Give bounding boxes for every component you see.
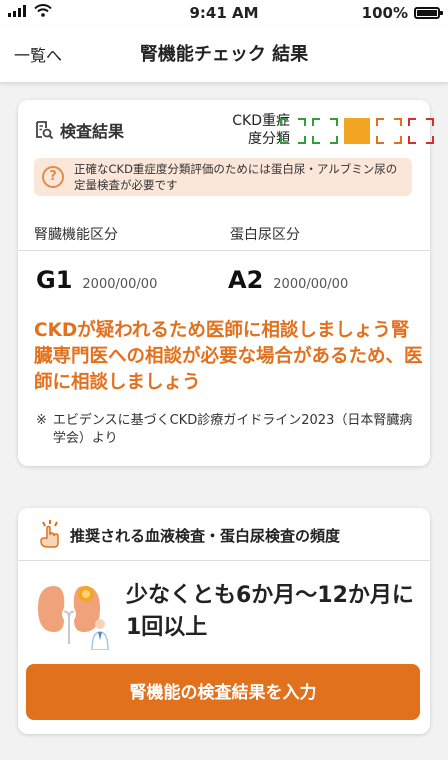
severity-bracket-corner <box>408 118 416 126</box>
ckd-severity-scale <box>280 118 434 144</box>
frequency-body: 少なくとも6か月〜12か月に1回以上 <box>34 574 414 658</box>
proteinuria-label: 蛋白尿区分 <box>230 227 300 243</box>
severity-bracket-corner <box>376 118 384 126</box>
battery-status: 100% <box>361 4 443 22</box>
severity-bracket-corner <box>394 136 402 144</box>
reference-text: エビデンスに基づくCKD診療ガイドライン2023（日本腎臓病学会）より <box>52 413 413 446</box>
protein-grade: A2 <box>228 266 264 294</box>
frequency-title: 推奨される血液検査・蛋白尿検査の頻度 <box>70 527 341 545</box>
test-result-icon <box>36 121 54 140</box>
ckd-severity-level-3 <box>344 118 370 144</box>
kidney-grade: G1 <box>36 266 73 294</box>
reference-note: ※ エビデンスに基づくCKD診療ガイドライン2023（日本腎臓病学会）より <box>36 412 416 448</box>
protein-grade-date: 2000/00/00 <box>273 277 349 292</box>
frequency-header: 推奨される血液検査・蛋白尿検査の頻度 <box>18 508 430 561</box>
ckd-label-line2: 度分類 <box>248 131 290 147</box>
frequency-text: 少なくとも6か月〜12か月に1回以上 <box>126 583 414 640</box>
reference-mark: ※ <box>36 413 47 428</box>
severity-bracket-corner <box>426 118 434 126</box>
frequency-card: 推奨される血液検査・蛋白尿検査の頻度 少なくとも6か月〜12か月に1回以上 腎機… <box>18 508 430 734</box>
severity-bracket-corner <box>376 136 384 144</box>
severity-bracket-corner <box>298 136 306 144</box>
severity-bracket-corner <box>408 136 416 144</box>
ckd-severity-level-4 <box>376 118 402 144</box>
ckd-severity-level-1 <box>280 118 306 144</box>
enter-results-button[interactable]: 腎機能の検査結果を入力 <box>26 664 420 720</box>
protein-grade-value: A2 2000/00/00 <box>228 266 348 294</box>
status-bar: 9:41 AM 100% <box>0 0 448 26</box>
battery-icon <box>414 7 443 19</box>
ckd-label-line1: CKD重症 <box>232 113 290 129</box>
result-card: 検査結果 CKD重症 度分類 ? 正確なCKD重症度分類評価のためには蛋白尿・ア… <box>18 100 434 466</box>
severity-bracket-corner <box>330 118 338 126</box>
navigation-bar: 一覧へ 腎機能チェック 結果 <box>0 26 448 82</box>
severity-bracket-corner <box>298 118 306 126</box>
ckd-severity-level-5 <box>408 118 434 144</box>
severity-bracket-corner <box>394 118 402 126</box>
notice-banner: ? 正確なCKD重症度分類評価のためには蛋白尿・アルブミン尿の定量検査が必要です <box>34 158 412 196</box>
pointing-hand-icon <box>40 520 59 548</box>
severity-bracket-corner <box>280 136 288 144</box>
severity-bracket-corner <box>280 118 288 126</box>
severity-bracket-corner <box>312 136 320 144</box>
kidney-grade-value: G1 2000/00/00 <box>36 266 157 294</box>
kidney-doctor-icon <box>38 586 109 650</box>
kidney-grade-date: 2000/00/00 <box>82 277 158 292</box>
severity-bracket-corner <box>330 136 338 144</box>
ckd-severity-level-2 <box>312 118 338 144</box>
divider <box>18 250 430 251</box>
ckd-severity-label: CKD重症 度分類 <box>202 112 290 148</box>
result-header: 検査結果 <box>34 118 124 142</box>
result-header-label: 検査結果 <box>60 122 125 141</box>
advice-text: CKDが疑われるため医師に相談しましょう腎臓専門医への相談が必要な場合があるため… <box>34 320 423 393</box>
battery-percentage: 100% <box>361 4 408 22</box>
notice-text: 正確なCKD重症度分類評価のためには蛋白尿・アルブミン尿の定量検査が必要です <box>74 162 398 192</box>
question-icon: ? <box>42 166 64 188</box>
severity-bracket-corner <box>426 136 434 144</box>
kidney-function-label: 腎臓機能区分 <box>34 227 118 243</box>
page-title: 腎機能チェック 結果 <box>139 44 309 65</box>
severity-bracket-corner <box>312 118 320 126</box>
